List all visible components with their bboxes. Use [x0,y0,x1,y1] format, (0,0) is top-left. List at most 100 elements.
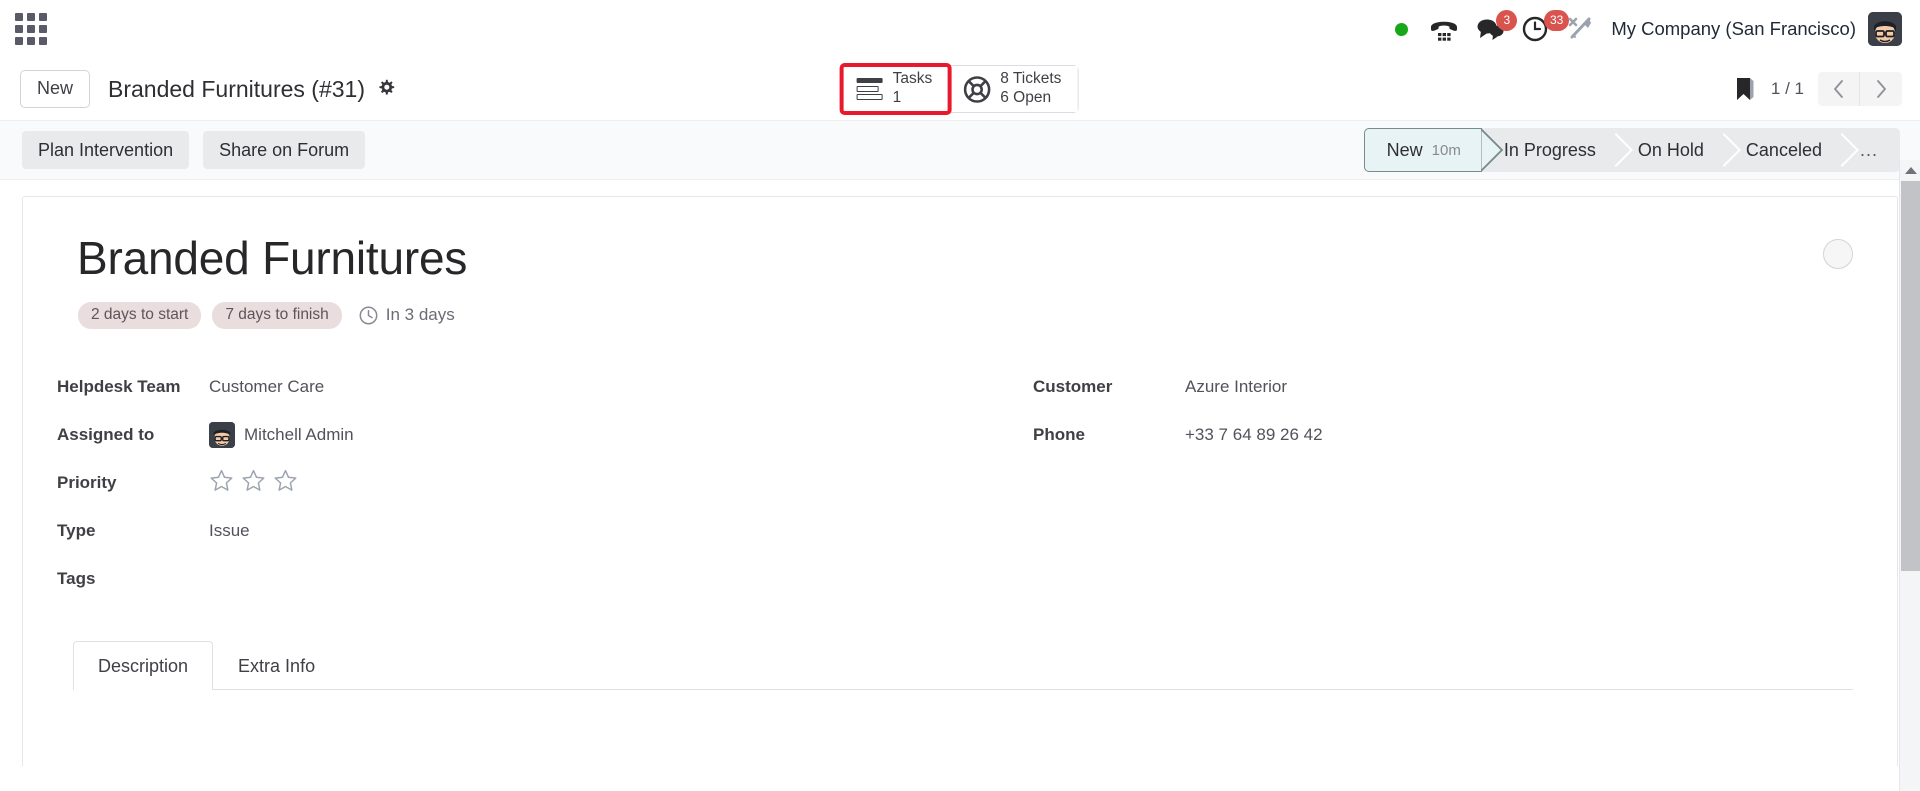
debug-tools-icon [1569,17,1592,39]
field-type-label: Type [57,520,96,540]
tab-description[interactable]: Description [73,640,214,690]
user-avatar[interactable] [1868,12,1902,46]
stage-canceled-label: Canceled [1745,139,1822,160]
tab-extra-info[interactable]: Extra Info [213,641,340,690]
priority-star-3[interactable] [273,468,298,498]
apps-grid-cell [27,37,35,45]
pager-area: 1 / 1 [1733,72,1902,106]
apps-grid-cell [39,13,47,21]
assignee-avatar-image [209,421,235,448]
stat-button-tickets-texts: 8 Tickets 6 Open [1000,70,1061,108]
field-customer-value[interactable]: Azure Interior [1185,377,1287,397]
statusbar: New 10m In Progress On Hold Canceled ... [1363,128,1900,172]
stat-tasks-label: Tasks [892,70,933,88]
priority-star-2[interactable] [241,468,266,498]
stage-more-label: ... [1859,139,1878,160]
tasks-list-icon [856,78,883,100]
stat-button-tickets[interactable]: 8 Tickets 6 Open [948,66,1078,112]
control-panel: New Branded Furnitures (#31) Tasks 1 8 T… [0,58,1920,120]
company-switcher[interactable]: My Company (San Francisco) [1601,18,1868,40]
field-customer-label: Customer [1033,376,1113,396]
field-type-value[interactable]: Issue [209,521,250,541]
stage-new[interactable]: New 10m [1363,128,1482,172]
presence-dot [1394,22,1408,36]
stat-tasks-count: 1 [892,89,902,106]
clock-icon [359,306,378,325]
field-priority: Priority [57,459,915,507]
user-avatar-image [1868,12,1902,46]
plan-intervention-button[interactable]: Plan Intervention [22,130,190,170]
apps-grid-cell [15,25,23,33]
field-customer: Customer Azure Interior [1033,363,1813,411]
share-on-forum-button[interactable]: Share on Forum [203,130,366,170]
assignee-avatar [209,421,235,448]
apps-grid-cell [39,37,47,45]
stat-button-tasks[interactable]: Tasks 1 [839,63,952,115]
triangle-up-icon [1904,167,1917,174]
scrollbar-thumb[interactable] [1901,181,1920,571]
field-assigned-to-value[interactable]: Mitchell Admin [209,421,354,448]
presence-status-dot[interactable] [1381,9,1421,49]
apps-grid-cell [39,25,47,33]
scrollbar-up-arrow[interactable] [1900,160,1920,181]
stat-tickets-open: 6 Open [1000,89,1052,106]
star-outline-icon [210,469,233,491]
field-tags: Tags [57,555,915,603]
field-assigned-to: Assigned to Mitchell Admin [57,411,915,459]
field-tags-label: Tags [57,568,96,588]
new-button[interactable]: New [20,70,91,108]
stage-on-hold-label: On Hold [1637,139,1704,160]
vertical-scrollbar[interactable] [1899,160,1920,791]
stat-button-tasks-texts: Tasks 1 [893,70,933,108]
form-column-right: Customer Azure Interior Phone +33 7 64 8… [955,363,1853,603]
apps-grid-cell [15,37,23,45]
deadline-text: In 3 days [385,305,455,325]
pager-previous-button[interactable] [1818,72,1860,106]
pager-buttons [1818,72,1902,106]
apps-grid-icon[interactable] [14,12,48,46]
voip-phone-icon [1431,21,1458,41]
apps-grid-cell [15,13,23,21]
apps-grid-cell [27,13,35,21]
systray-bar: 3 33 My Company (San Francisco) [0,0,1920,58]
bookmark-glyph [1736,78,1754,100]
priority-star-1[interactable] [209,468,234,498]
activities-button[interactable]: 33 [1513,9,1570,49]
star-outline-icon [274,469,297,491]
field-phone: Phone +33 7 64 89 26 42 [1033,411,1813,459]
form-sheet: Branded Furnitures 2 days to start 7 day… [22,196,1898,766]
lifebuoy-ticket-icon [963,75,991,103]
notebook-tabs: Description Extra Info [73,640,1853,690]
stage-new-duration: 10m [1431,141,1461,159]
stage-canceled[interactable]: Canceled [1724,128,1842,172]
page-title: Branded Furnitures [77,232,468,284]
pager-value[interactable]: 1 / 1 [1765,79,1810,99]
stage-in-progress[interactable]: In Progress [1482,128,1616,172]
bookmark-icon[interactable] [1733,76,1757,102]
field-helpdesk-team-value[interactable]: Customer Care [209,377,324,397]
stage-in-progress-label: In Progress [1503,139,1596,160]
stage-on-hold[interactable]: On Hold [1616,128,1724,172]
debug-tools-button[interactable] [1559,9,1601,49]
chevron-right-icon [1876,80,1886,98]
deadline-indicator: In 3 days [359,305,455,325]
badge-row: 2 days to start 7 days to finish In 3 da… [78,302,1853,329]
stage-new-label: New [1386,139,1423,160]
stage-more-button[interactable]: ... [1842,128,1896,172]
assignee-name: Mitchell Admin [244,424,354,444]
gear-icon[interactable] [377,79,395,100]
gear-glyph [379,79,395,95]
assignee-avatar-placeholder[interactable] [1823,239,1853,269]
action-status-bar: Plan Intervention Share on Forum New 10m… [0,120,1920,180]
field-phone-value[interactable]: +33 7 64 89 26 42 [1185,425,1323,445]
pager-next-button[interactable] [1860,72,1902,106]
field-assigned-to-label: Assigned to [57,424,155,444]
status-badge-start: 2 days to start [78,302,202,329]
field-priority-value [209,468,298,498]
breadcrumb: Branded Furnitures (#31) [108,75,365,102]
messaging-button[interactable]: 3 [1467,9,1518,49]
systray-right-group: 3 33 My Company (San Francisco) [1381,9,1902,49]
stat-buttons-group: Tasks 1 8 Tickets 6 Open [839,63,1079,115]
voip-phone-button[interactable] [1421,9,1467,49]
field-helpdesk-team: Helpdesk Team Customer Care [57,363,915,411]
